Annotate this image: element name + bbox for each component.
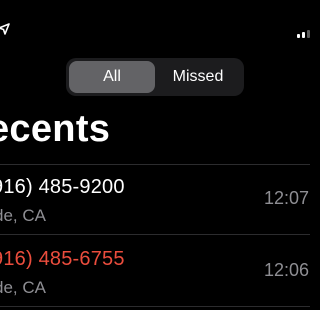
phone-screen: All Missed ecents 916) 485-9200 de, CA 1… xyxy=(0,0,310,310)
recents-filter-control: All Missed xyxy=(66,58,244,96)
call-row-missed[interactable]: 916) 485-6755 de, CA 12:06 xyxy=(0,244,310,310)
call-number: 916) 485-9200 xyxy=(0,176,125,198)
call-location: de, CA xyxy=(0,206,46,225)
divider xyxy=(0,164,310,165)
call-time: 12:06 xyxy=(264,260,310,280)
segment-all[interactable]: All xyxy=(69,61,155,93)
status-bar xyxy=(0,0,310,40)
call-row[interactable]: 916) 485-9200 de, CA 12:07 xyxy=(0,172,310,240)
segment-missed[interactable]: Missed xyxy=(155,61,241,93)
divider xyxy=(0,234,310,235)
cellular-signal-icon xyxy=(297,28,310,38)
call-location: de, CA xyxy=(0,278,46,297)
location-arrow-icon xyxy=(0,22,10,35)
call-number: 916) 485-6755 xyxy=(0,248,125,270)
call-time: 12:07 xyxy=(264,188,310,208)
divider xyxy=(0,306,310,307)
page-title: ecents xyxy=(0,108,111,150)
